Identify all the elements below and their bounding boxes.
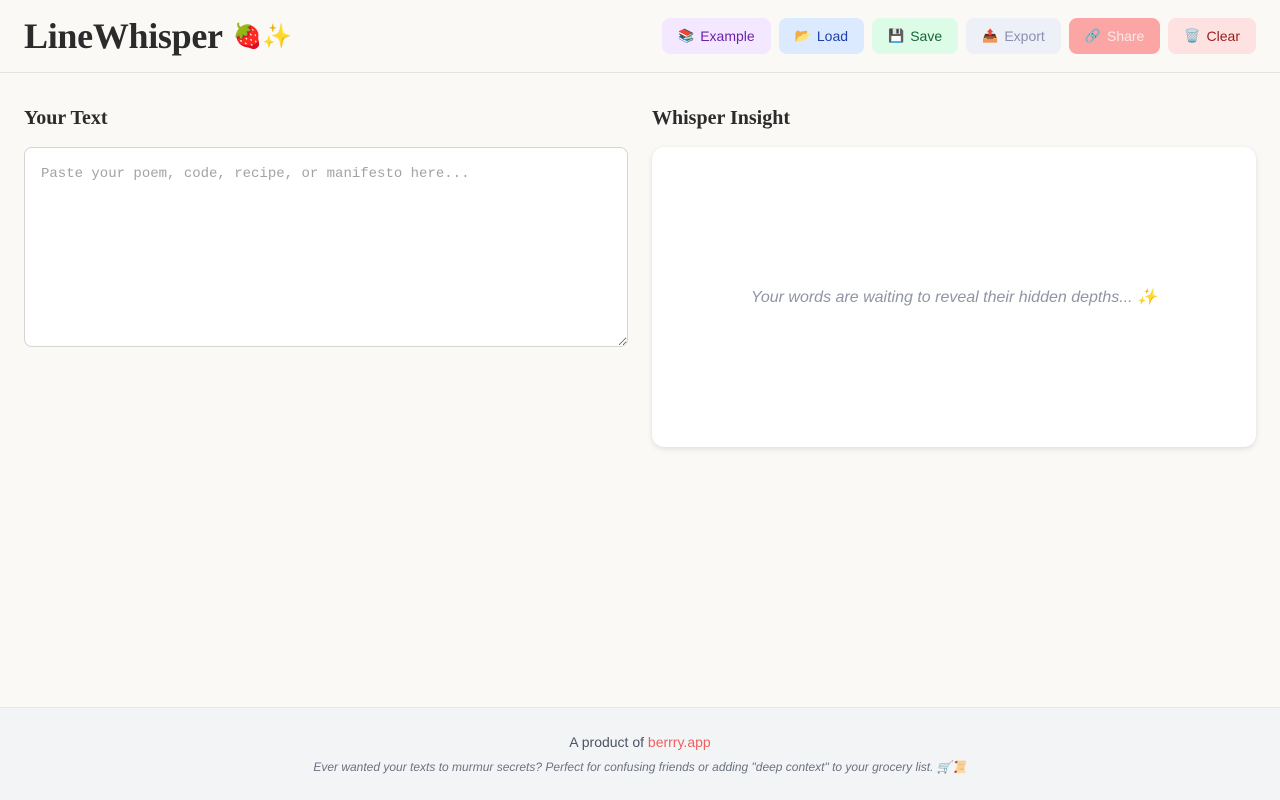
main-content: Your Text Whisper Insight Your words are…	[0, 73, 1280, 447]
save-button-label: Save	[910, 28, 943, 44]
load-button-label: Load	[816, 28, 849, 44]
input-panel: Your Text	[24, 107, 628, 447]
export-button[interactable]: 📤 Export	[966, 18, 1061, 54]
input-panel-heading: Your Text	[24, 107, 108, 129]
footer-product-line: A product of berrry.app	[569, 734, 710, 750]
app-header: LineWhisper 🍓✨ 📚 Example 📂 Load 💾 Save 📤…	[0, 0, 1280, 73]
footer-tagline: Ever wanted your texts to murmur secrets…	[313, 760, 967, 774]
clear-button-label: Clear	[1206, 28, 1240, 44]
insight-empty-message: Your words are waiting to reveal their h…	[751, 289, 1157, 306]
app-title: LineWhisper	[24, 16, 223, 56]
example-button-label: Example	[700, 28, 755, 44]
export-button-label: Export	[1004, 28, 1045, 44]
toolbar: 📚 Example 📂 Load 💾 Save 📤 Export 🔗 Share…	[662, 18, 1256, 54]
insight-panel: Whisper Insight Your words are waiting t…	[652, 107, 1256, 447]
outbox-tray-icon: 📤	[982, 28, 999, 44]
example-button[interactable]: 📚 Example	[662, 18, 771, 54]
insight-output: Your words are waiting to reveal their h…	[652, 147, 1256, 447]
trash-icon: 🗑️	[1184, 28, 1201, 44]
berrry-app-link[interactable]: berrry.app	[648, 734, 711, 750]
share-button[interactable]: 🔗 Share	[1068, 18, 1161, 54]
link-icon: 🔗	[1084, 28, 1101, 44]
text-input[interactable]	[24, 147, 628, 347]
footer-product-prefix: A product of	[569, 734, 648, 750]
app-logo: LineWhisper 🍓✨	[24, 15, 292, 57]
strawberry-sparkle-icon: 🍓✨	[232, 22, 292, 50]
books-icon: 📚	[678, 28, 695, 44]
footer: A product of berrry.app Ever wanted your…	[0, 707, 1280, 800]
folder-icon: 📂	[794, 28, 811, 44]
load-button[interactable]: 📂 Load	[778, 18, 865, 54]
clear-button[interactable]: 🗑️ Clear	[1168, 18, 1256, 54]
save-button[interactable]: 💾 Save	[872, 18, 959, 54]
insight-panel-heading: Whisper Insight	[652, 107, 791, 129]
share-button-label: Share	[1106, 28, 1145, 44]
floppy-disk-icon: 💾	[888, 28, 905, 44]
